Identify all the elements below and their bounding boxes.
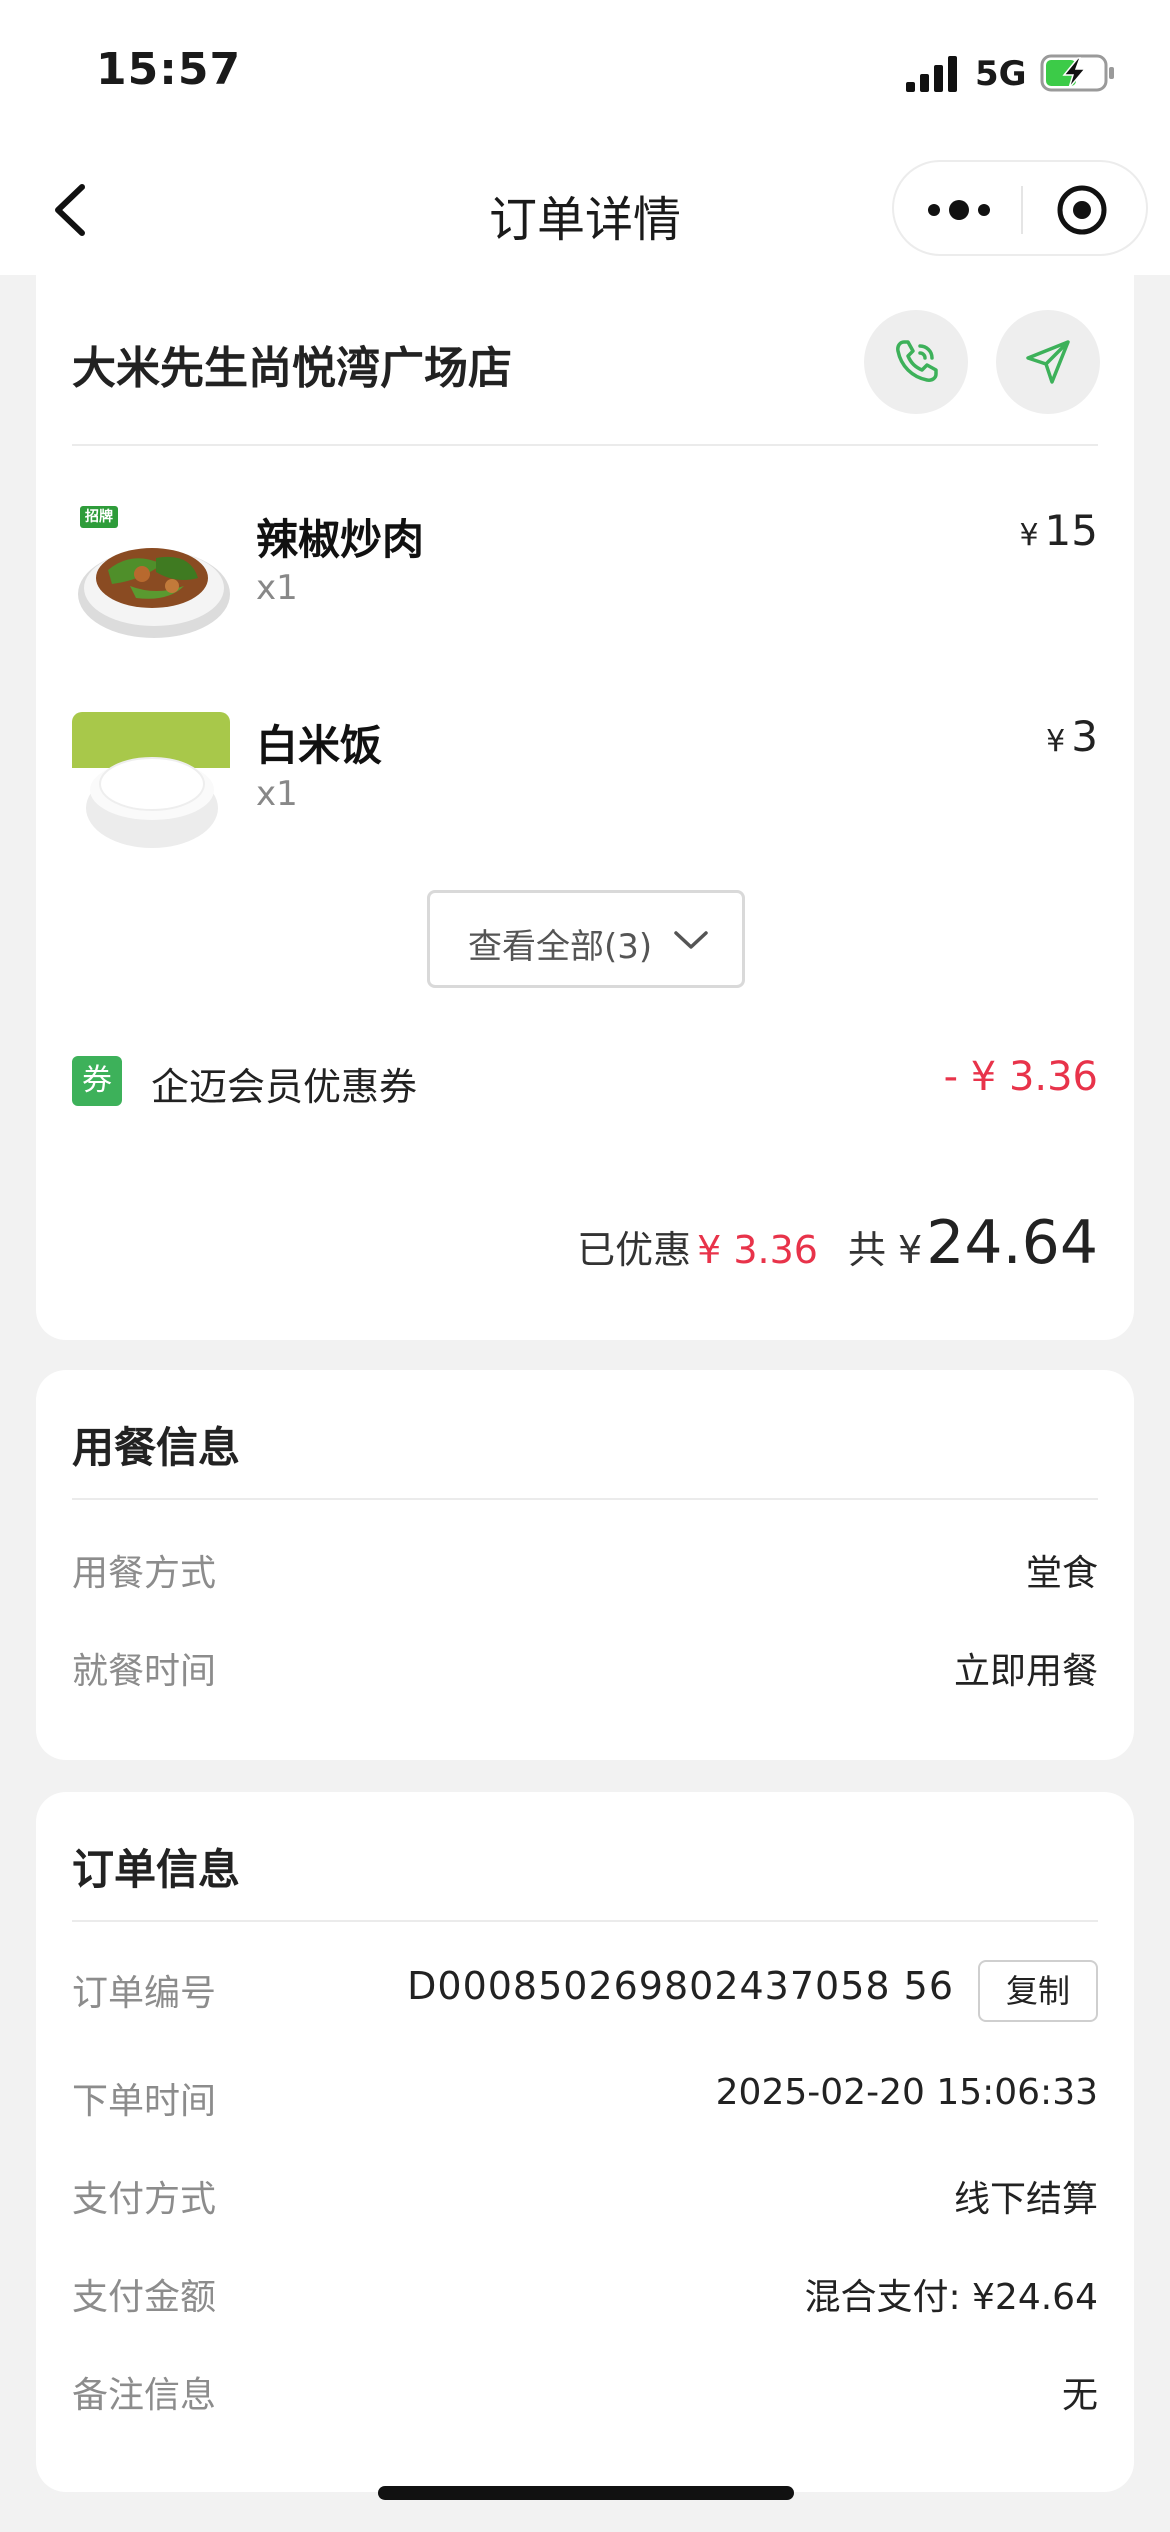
dining-info-card: 用餐信息 用餐方式 堂食 就餐时间 立即用餐 [36, 1370, 1134, 1760]
item-price-value: 15 [1044, 506, 1098, 555]
section-title: 订单信息 [72, 1845, 241, 1894]
store-name: 大米先生尚悦湾广场店 [72, 343, 512, 394]
divider [72, 1920, 1098, 1922]
chevron-down-icon [674, 931, 708, 949]
view-all-button[interactable]: 查看全部(3) [427, 890, 745, 988]
dining-mode-value: 堂食 [1025, 1553, 1098, 1594]
miniprogram-capsule [892, 160, 1148, 256]
navigate-button[interactable] [996, 310, 1100, 414]
dining-mode-label: 用餐方式 [72, 1553, 217, 1594]
currency-symbol: ¥ [1019, 518, 1039, 553]
item-image-chili-pork: 招牌 [72, 498, 230, 644]
close-miniprogram-icon[interactable] [1056, 184, 1108, 236]
status-time: 15:57 [96, 44, 242, 95]
coupon-badge: 券 [72, 1056, 122, 1106]
order-no-label: 订单编号 [72, 1973, 217, 2014]
order-no-value: D000850269802437058 56 [407, 1964, 954, 2008]
status-bar: 15:57 5G [0, 0, 1170, 150]
item-price: ¥15 [1019, 506, 1098, 555]
item-qty: x1 [256, 774, 298, 814]
call-store-button[interactable] [864, 310, 968, 414]
divider [72, 1498, 1098, 1500]
remarks-value: 无 [1061, 2375, 1098, 2416]
navigation-arrow-icon [1026, 340, 1070, 384]
total-label: 共 ¥ [847, 1228, 923, 1272]
currency-symbol: ¥ [1046, 724, 1066, 759]
order-info-card: 订单信息 订单编号 D000850269802437058 56 复制 下单时间… [36, 1792, 1134, 2492]
discount-label: 已优惠 [577, 1228, 692, 1272]
phone-icon [896, 340, 938, 382]
item-qty: x1 [256, 568, 298, 608]
payment-amount-value: 混合支付: ¥24.64 [804, 2277, 1098, 2318]
rice-image [72, 712, 230, 858]
capsule-divider [1021, 186, 1023, 234]
dining-time-label: 就餐时间 [72, 1651, 217, 1692]
dining-time-value: 立即用餐 [953, 1651, 1098, 1692]
view-all-label: 查看全部(3) [468, 927, 653, 967]
payment-method-value: 线下结算 [953, 2179, 1098, 2220]
copy-button[interactable]: 复制 [978, 1960, 1098, 2022]
payment-method-label: 支付方式 [72, 2179, 217, 2220]
order-card: 大米先生尚悦湾广场店 招牌 辣椒炒肉 x1 ¥15 白米饭 x1 ¥ 3 查看全… [36, 260, 1134, 1340]
nav-bar: 订单详情 [0, 150, 1170, 275]
more-icon[interactable] [924, 190, 994, 230]
signature-badge: 招牌 [80, 506, 118, 528]
order-time-value: 2025-02-20 15:06:33 [715, 2072, 1098, 2113]
order-time-label: 下单时间 [72, 2081, 217, 2122]
signal-icon [906, 56, 957, 92]
battery-charging-icon [1040, 54, 1114, 92]
item-name: 辣椒炒肉 [256, 515, 425, 564]
item-price: ¥3 [1046, 712, 1098, 761]
divider [72, 444, 1098, 446]
coupon-amount: - ¥ 3.36 [943, 1054, 1098, 1100]
order-totals: 已优惠 ¥ 3.36 共 ¥24.64 [577, 1208, 1098, 1278]
coupon-name: 企迈会员优惠券 [151, 1065, 418, 1109]
item-image-white-rice [72, 712, 230, 858]
payment-amount-label: 支付金额 [72, 2277, 217, 2318]
home-indicator[interactable] [378, 2486, 794, 2500]
item-price-value: 3 [1071, 712, 1098, 761]
discount-value: ¥ 3.36 [697, 1228, 818, 1272]
total-value: 24.64 [926, 1208, 1098, 1278]
remarks-label: 备注信息 [72, 2375, 217, 2416]
network-type: 5G [975, 54, 1027, 94]
section-title: 用餐信息 [72, 1423, 241, 1472]
item-name: 白米饭 [256, 721, 383, 770]
